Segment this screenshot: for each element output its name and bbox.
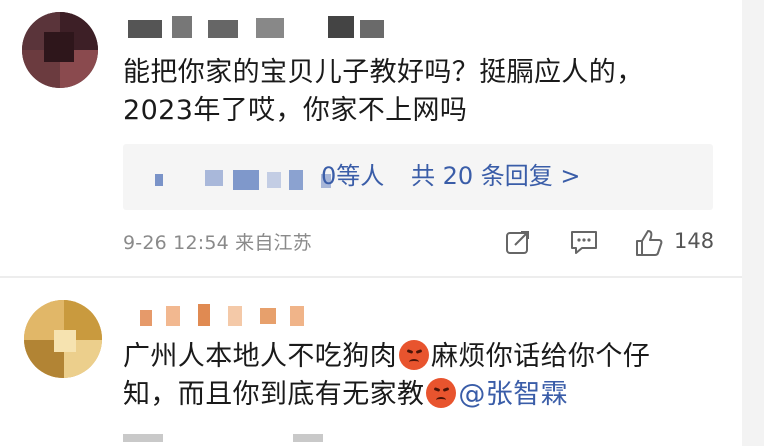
reply-users-tail: 0等人 (321, 162, 385, 190)
comment-text: 广州人本地人不吃狗肉 麻烦你话给你个仔 知，而且你到底有无家教 @张智霖 (123, 338, 723, 414)
comment-line: 2023年了哎，你家不上网吗 (123, 95, 468, 126)
comment-text: 能把你家的宝贝儿子教好吗？挺膈应人的， 2023年了哎，你家不上网吗 (123, 54, 723, 130)
avatar[interactable] (22, 12, 98, 88)
like-count: 148 (674, 229, 715, 253)
comment-icon (571, 231, 597, 254)
comment-line: 知，而且你到底有无家教 @张智霖 (123, 376, 723, 414)
comment-line: 能把你家的宝贝儿子教好吗？挺膈应人的， (123, 57, 644, 88)
avatar[interactable] (24, 300, 102, 378)
like-button[interactable] (634, 228, 664, 258)
comment-fragment: 广州人本地人不吃狗肉 (123, 341, 397, 372)
cut-off-meta-row (123, 430, 423, 444)
angry-face-emoji (426, 378, 457, 408)
comment-fragment: 麻烦你话给你个仔 (431, 341, 651, 372)
reply-usernames-blurred (155, 170, 340, 192)
mention-link[interactable]: @张智霖 (458, 379, 568, 410)
share-button[interactable] (504, 228, 532, 258)
comment-line: 广州人本地人不吃狗肉 麻烦你话给你个仔 (123, 338, 723, 376)
share-icon (506, 231, 529, 254)
username-blurred[interactable] (128, 16, 398, 42)
angry-face-emoji (399, 340, 429, 370)
comment-meta: 9-26 12:54 来自江苏 (123, 232, 312, 254)
username-blurred[interactable] (140, 302, 310, 328)
right-edge-strip (742, 0, 764, 446)
comment-divider (0, 276, 742, 278)
reply-summary-box[interactable]: 0等人 共 20 条回复 > (123, 144, 713, 210)
comment-fragment: 知，而且你到底有无家教 (123, 379, 425, 410)
view-replies-link[interactable]: 共 20 条回复 > (411, 160, 581, 192)
comment-button[interactable] (569, 228, 599, 258)
like-icon (636, 230, 663, 256)
